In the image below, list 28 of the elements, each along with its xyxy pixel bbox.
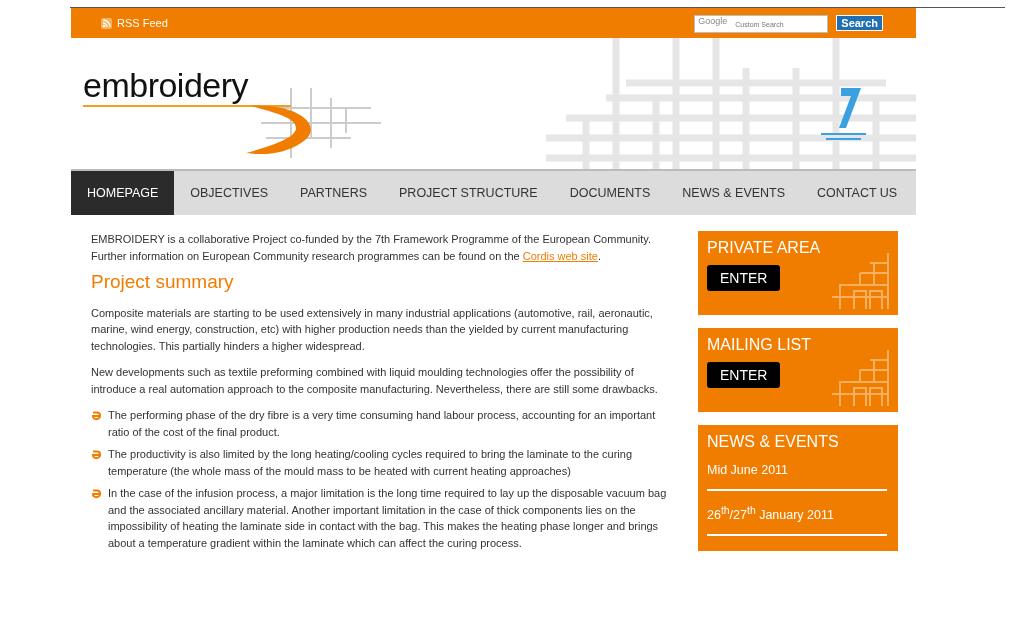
nav-tab[interactable]: OBJECTIVES xyxy=(174,171,285,215)
search-button[interactable]: Search xyxy=(836,15,883,31)
bullet-icon xyxy=(91,488,102,499)
nav-tab[interactable]: HOMEPAGE xyxy=(71,171,175,215)
enter-button[interactable]: ENTER xyxy=(707,265,781,291)
rss-icon xyxy=(101,17,112,29)
nav-tab[interactable]: DOCUMENTS xyxy=(553,171,667,215)
card-title: NEWS & EVENTS xyxy=(707,433,840,451)
bullet-icon xyxy=(91,449,102,460)
card-title: MAILING LIST xyxy=(707,336,813,354)
search-logo: Google xyxy=(698,15,728,26)
bullet-text: The performing phase of the dry fibre is a very time consuming hand labour process, accounting for an important ratio of the cost of the final product. xyxy=(108,408,657,440)
intro-paragraph: EMBROIDERY is a collaborative Project co-funded by the 7th Framework Programme of the European Community. Further information on European Community research programmes can be found on the Cordis web site. xyxy=(91,232,653,264)
bullet-text: The productivity is also limited by the long heating/cooling cycles required to bring the laminate to the curing temperature (the whole mass of the mould mass to be heated with current heating approaches) xyxy=(108,447,633,479)
bullet-icon xyxy=(91,410,102,421)
paragraph: Composite materials are starting to be used extensively in many industrial applications (automotive, rail, aeronautic, marine, wind energy, construction, etc) with higher production needs than the yielded by current manufacturing technologies. This partially hinders a higher widespread. xyxy=(91,305,654,354)
logo-text: embroidery xyxy=(83,66,249,105)
card-title: PRIVATE AREA xyxy=(707,239,822,257)
nav-tab[interactable]: NEWS & EVENTS xyxy=(666,171,802,215)
bullet-text: In the case of the infusion process, a major limitation is the long time required to lay up the disposable vacuum bag and the associated ancillary material. Another important limitation in the case of thick components lies on the impossibility of heating the laminate side in contact with the bag. This makes the heating phase longer and brings about a temperature gradient within the laminate which can affect the curing process. xyxy=(108,486,668,551)
nav-tab[interactable]: PROJECT STRUCTURE xyxy=(383,171,554,215)
nav-tab[interactable]: PARTNERS xyxy=(284,171,384,215)
nav-tab[interactable]: CONTACT US xyxy=(801,171,914,215)
pattern-drawing xyxy=(830,251,890,311)
paragraph: New developments such as textile preforming combined with liquid moulding technologies offer the possibility of introduce a real automation approach to the composite manufacturing. Nevertheless, there are still some drawbacks. xyxy=(91,365,659,397)
pattern-drawing xyxy=(830,348,890,408)
section-heading: Project summary xyxy=(91,274,235,291)
enter-button[interactable]: ENTER xyxy=(707,362,781,388)
